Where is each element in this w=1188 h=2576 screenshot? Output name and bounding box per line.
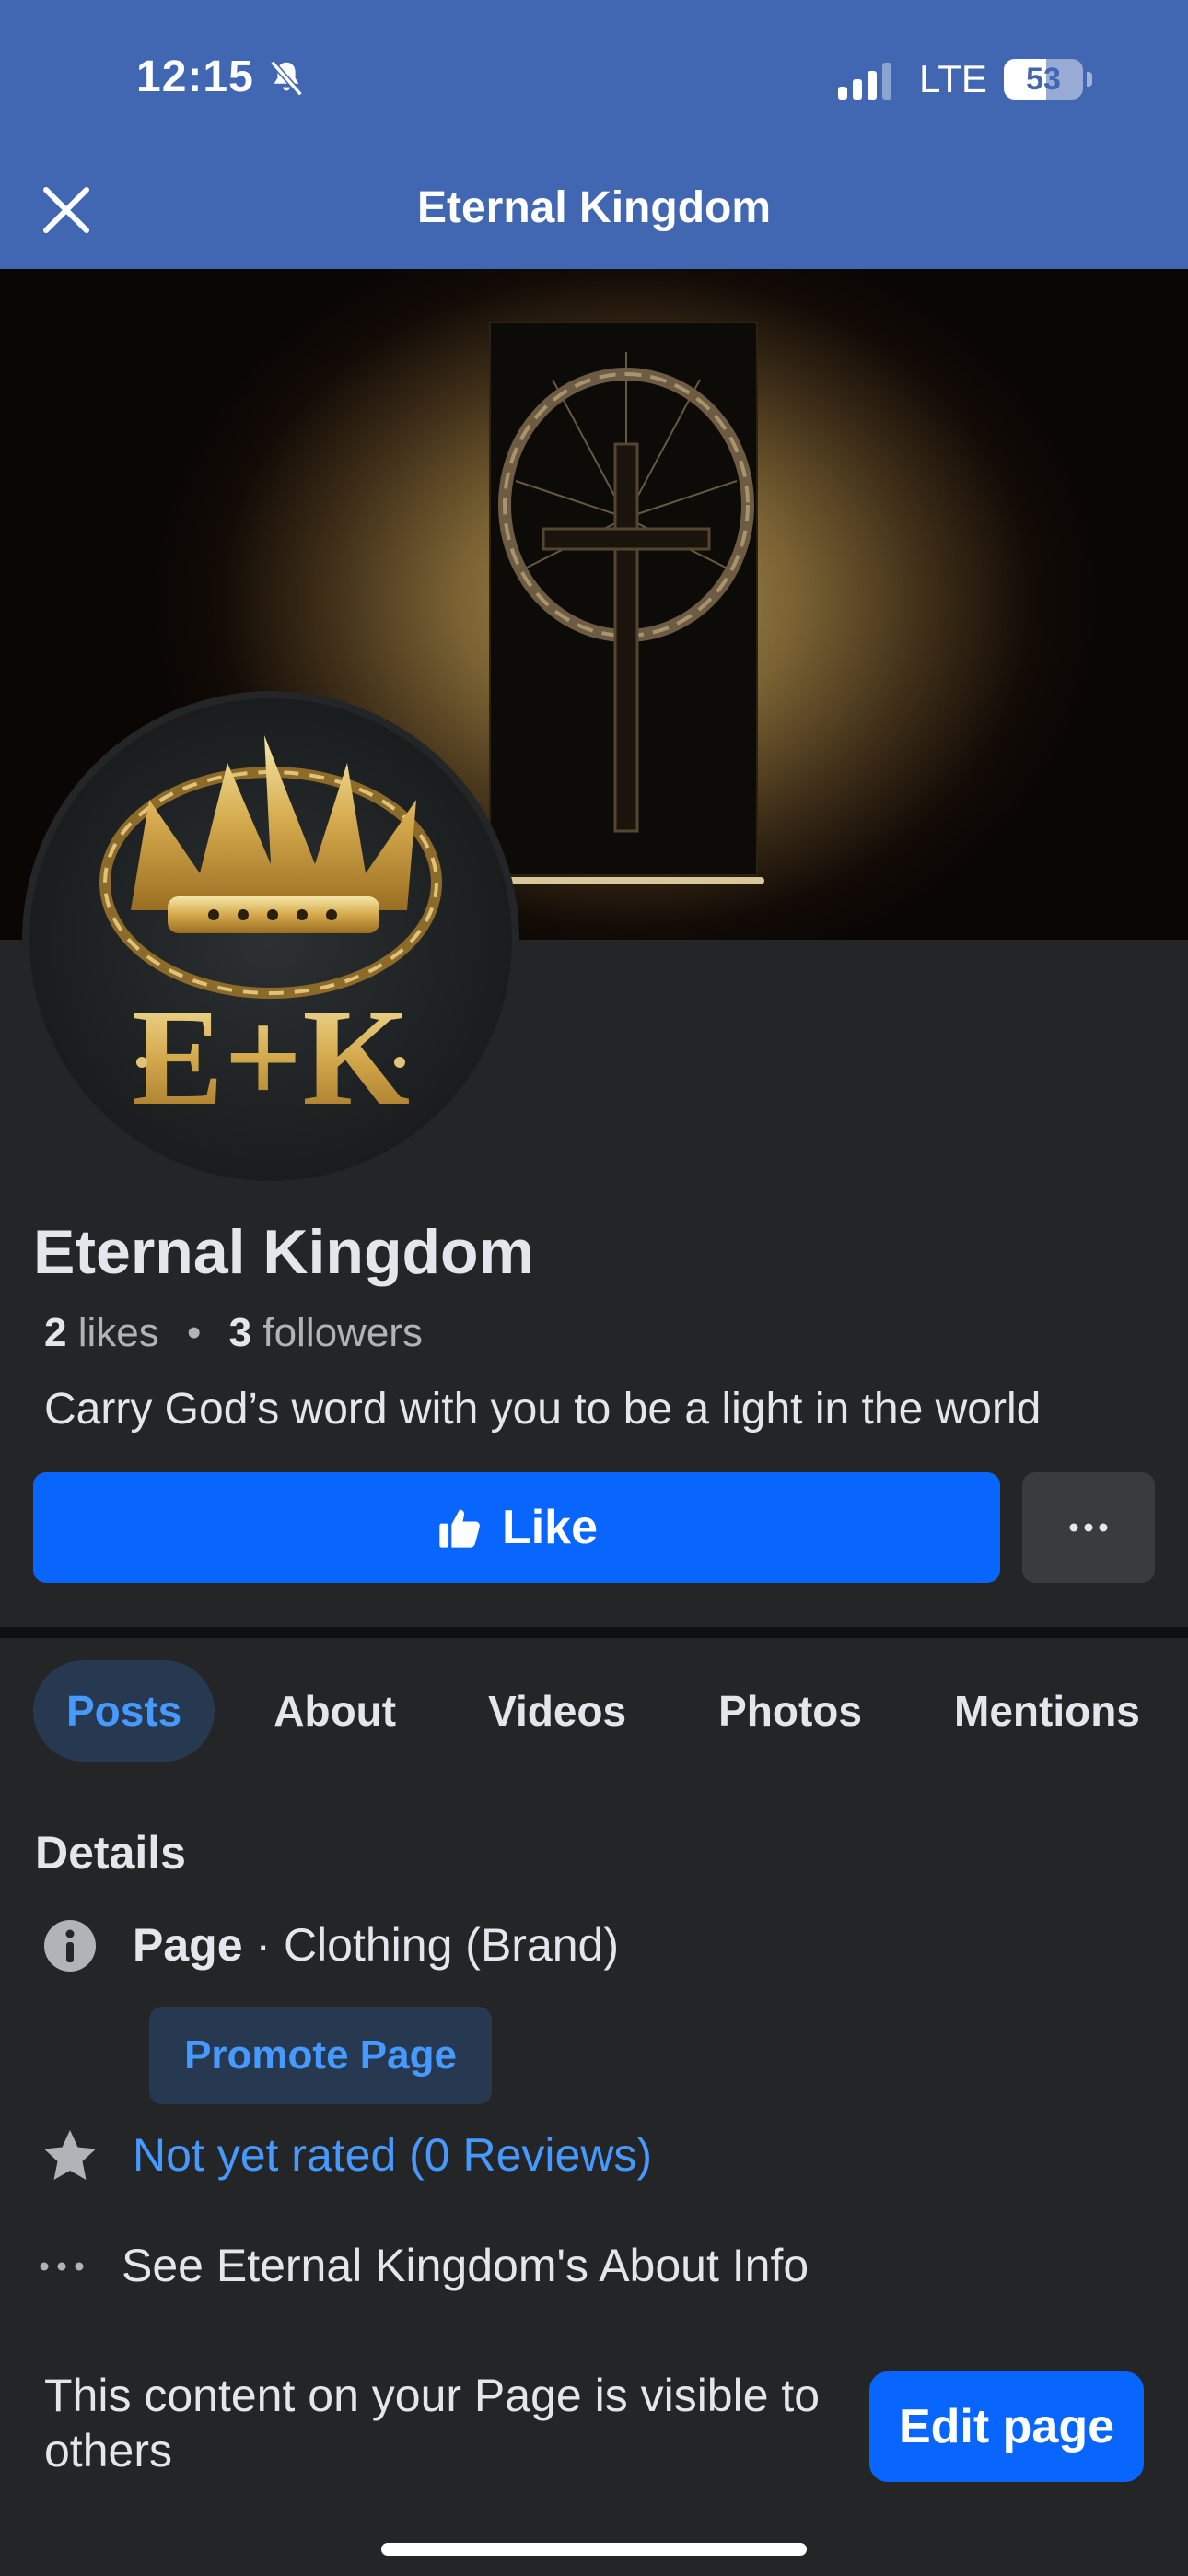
tab-about[interactable]: About bbox=[240, 1660, 429, 1762]
logo-text: E+K bbox=[132, 981, 410, 1134]
signal-icon bbox=[838, 63, 891, 100]
network-type: LTE bbox=[919, 57, 987, 100]
likes-label[interactable]: likes bbox=[78, 1310, 159, 1355]
battery-tip bbox=[1087, 72, 1092, 87]
profile-picture[interactable]: E+K bbox=[29, 698, 512, 1181]
more-dots-icon bbox=[1069, 1523, 1108, 1532]
star-icon bbox=[44, 2130, 96, 2180]
profile-tabs: Posts About Videos Photos Mentions bbox=[33, 1660, 1188, 1762]
edit-page-button[interactable]: Edit page bbox=[869, 2371, 1144, 2482]
followers-count: 3 bbox=[228, 1310, 252, 1355]
page-tagline: Carry God’s word with you to be a light … bbox=[44, 1385, 1042, 1434]
tab-photos[interactable]: Photos bbox=[685, 1660, 895, 1762]
page-name: Eternal Kingdom bbox=[33, 1217, 535, 1287]
promote-page-button[interactable]: Promote Page bbox=[149, 2007, 492, 2104]
crown-logo-image: E+K bbox=[99, 735, 442, 1134]
page-stats: 2 likes • 3 followers bbox=[44, 1310, 423, 1356]
status-time: 12:15 bbox=[136, 53, 254, 101]
tab-videos[interactable]: Videos bbox=[455, 1660, 659, 1762]
info-icon bbox=[44, 1920, 96, 1972]
profile-picture-frame: E+K bbox=[22, 691, 519, 1188]
thumbs-up-icon bbox=[439, 1509, 480, 1548]
battery-icon: 53 bbox=[1004, 59, 1083, 100]
more-options-button[interactable] bbox=[1022, 1472, 1155, 1583]
like-label: Like bbox=[501, 1501, 599, 1554]
page-type-label: Page bbox=[133, 1919, 243, 1971]
like-button[interactable]: Like bbox=[33, 1472, 1000, 1583]
likes-count: 2 bbox=[44, 1310, 67, 1355]
tab-mentions[interactable]: Mentions bbox=[921, 1660, 1173, 1762]
bell-muted-icon bbox=[270, 60, 303, 97]
rating-link[interactable]: Not yet rated (0 Reviews) bbox=[133, 2128, 652, 2182]
tab-posts[interactable]: Posts bbox=[33, 1660, 215, 1762]
ellipsis-icon bbox=[40, 2262, 84, 2271]
page-category: Page · Clothing (Brand) bbox=[133, 1918, 619, 1972]
page-category-value: · Clothing (Brand) bbox=[242, 1919, 620, 1971]
separator-dot: • bbox=[186, 1310, 202, 1355]
details-heading: Details bbox=[35, 1827, 186, 1879]
home-indicator bbox=[381, 2543, 807, 2556]
section-divider bbox=[0, 1627, 1188, 1638]
nav-title: Eternal Kingdom bbox=[416, 183, 772, 232]
visibility-notice: This content on your Page is visible to … bbox=[44, 2370, 821, 2476]
about-info-link[interactable]: See Eternal Kingdom's About Info bbox=[122, 2239, 809, 2292]
followers-label[interactable]: followers bbox=[262, 1310, 423, 1355]
battery-level: 53 bbox=[1026, 62, 1061, 97]
